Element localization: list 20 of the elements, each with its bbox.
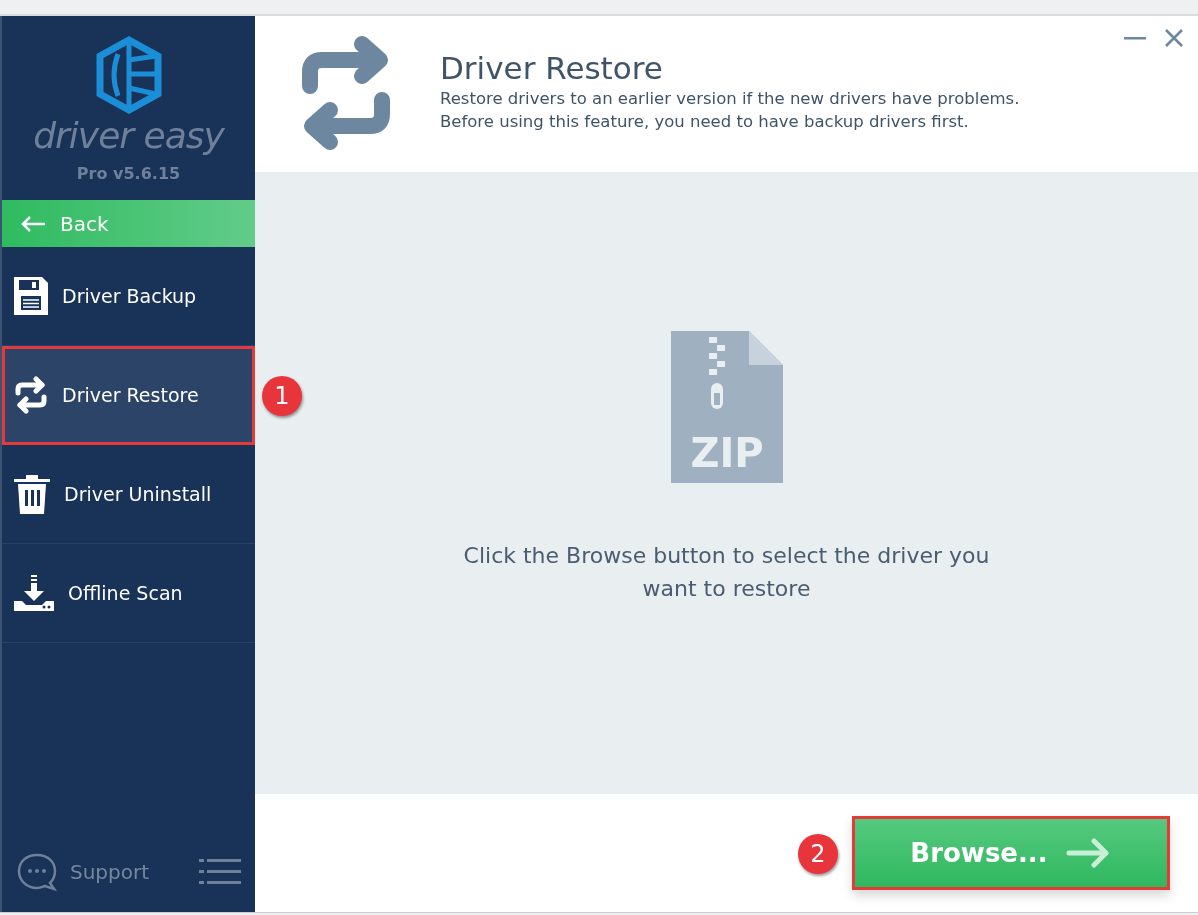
app-name: driver easy: [33, 118, 224, 154]
sidebar-item[interactable]: Driver Restore: [2, 346, 255, 445]
back-arrow-icon: [20, 214, 46, 233]
menu-icon[interactable]: [199, 858, 241, 886]
sync-arrows-icon: [14, 376, 48, 414]
page-title: Driver Restore: [440, 50, 664, 88]
version-label: Pro v5.6.15: [76, 163, 181, 185]
download-tray-icon: [14, 575, 54, 611]
description-text: Restore drivers to an earlier version if the new drivers have problems.: [440, 88, 1020, 111]
sync-arrows-icon: [300, 34, 392, 152]
close-icon[interactable]: [1164, 28, 1184, 48]
zip-file-icon: ZIP: [670, 331, 783, 483]
right-arrow-icon: [1065, 838, 1112, 868]
description-text: Before using this feature, you need to have backup drivers first.: [440, 111, 970, 134]
instruction-text: Click the Browse button to select the driver you want to restore: [462, 542, 991, 603]
sidebar-item[interactable]: Driver Uninstall: [2, 445, 255, 544]
chat-bubble-icon: [16, 852, 58, 892]
support-link[interactable]: Support: [70, 857, 150, 887]
trash-can-icon: [14, 474, 50, 514]
step-number: 2: [798, 834, 838, 874]
